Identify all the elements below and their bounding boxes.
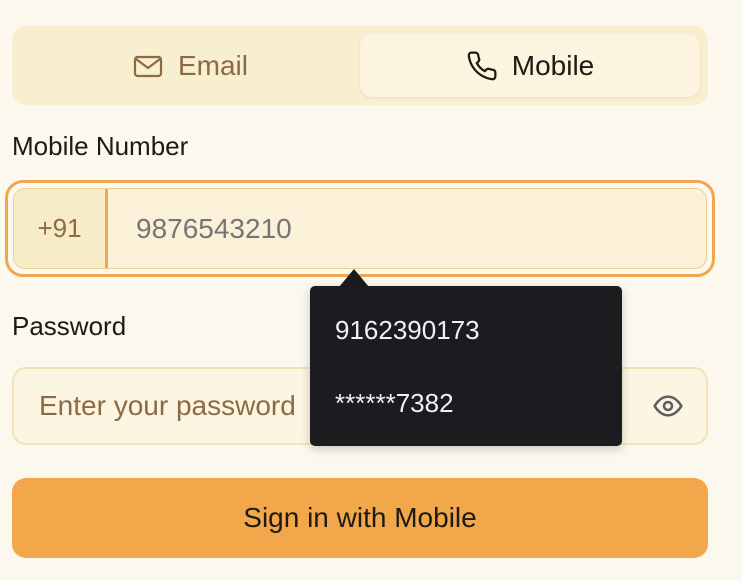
eye-icon[interactable] [650,388,686,424]
mobile-number-label: Mobile Number [12,131,189,161]
autofill-dropdown: 9162390173 ******7382 [310,286,622,446]
tab-mobile[interactable]: Mobile [360,34,700,97]
tab-mobile-label: Mobile [511,49,595,81]
tab-email-label: Email [177,49,248,81]
country-code: +91 [14,189,108,268]
password-label: Password [12,311,127,341]
login-method-tabs: Email Mobile [12,26,708,105]
tab-email[interactable]: Email [20,34,360,97]
mobile-number-input[interactable] [108,189,706,268]
mobile-input-focus-ring: +91 [5,180,715,277]
sign-in-button[interactable]: Sign in with Mobile [12,478,708,558]
autofill-option[interactable]: 9162390173 [310,300,622,360]
autofill-dropdown-pointer [339,269,369,287]
mail-icon [132,50,164,82]
sign-in-form: Email Mobile Mobile Number +91 Password [0,0,742,580]
autofill-option[interactable]: ******7382 [310,373,622,433]
mobile-number-field: +91 [13,188,707,269]
phone-icon [466,50,498,82]
